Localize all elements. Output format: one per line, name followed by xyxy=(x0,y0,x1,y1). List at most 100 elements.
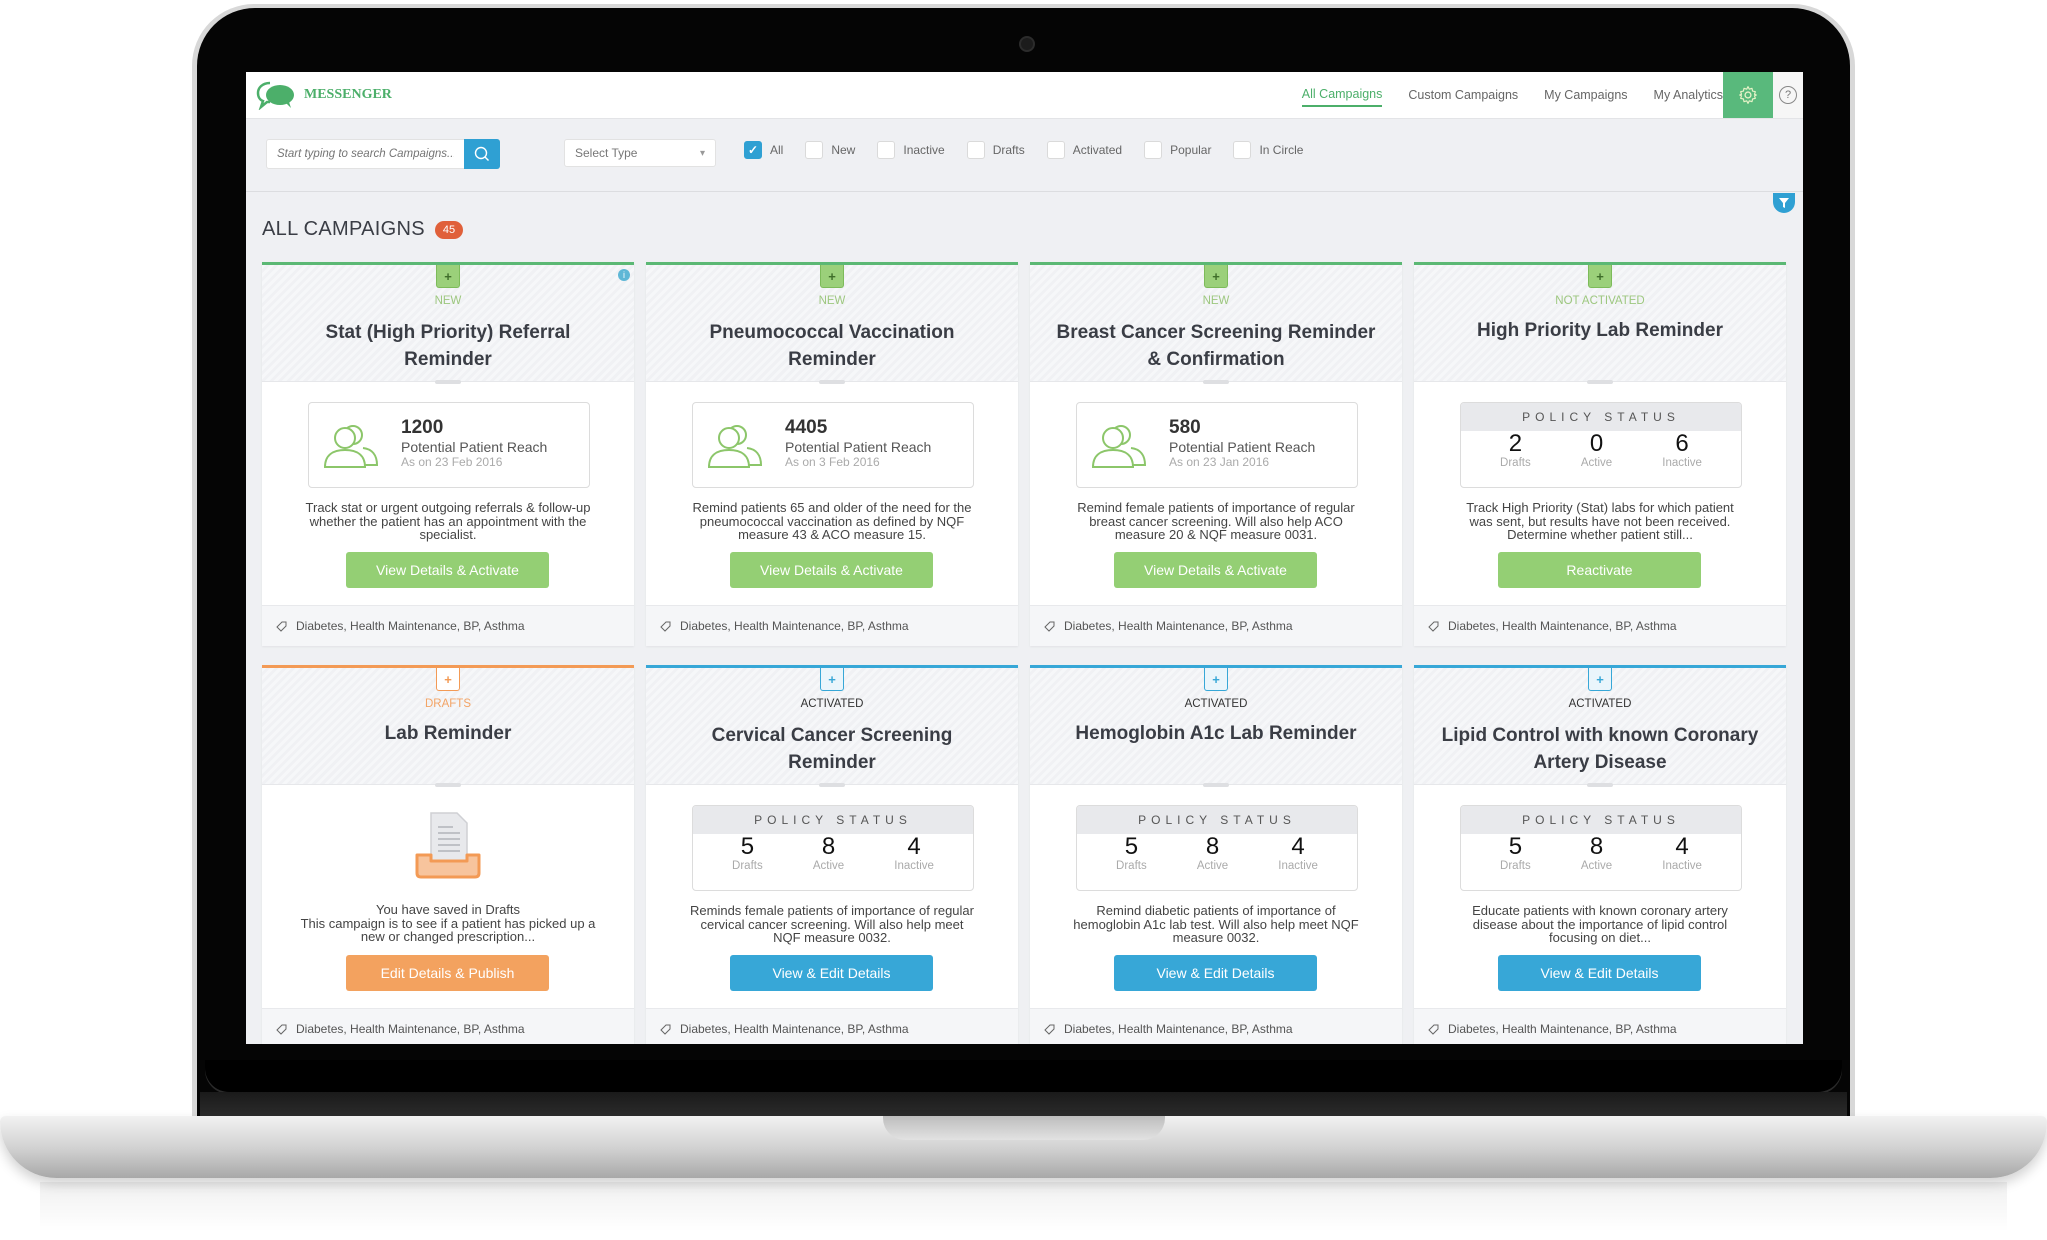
card-tags: Diabetes, Health Maintenance, BP, Asthma xyxy=(1414,1008,1786,1044)
reach-date: As on 23 Jan 2016 xyxy=(1169,455,1270,469)
tag-icon xyxy=(660,621,671,632)
app-logo[interactable]: MESSENGER xyxy=(256,80,392,110)
campaign-card: + NOT ACTIVATED High Priority Lab Remind… xyxy=(1414,262,1786,646)
filter-label: Activated xyxy=(1072,143,1123,157)
campaign-card: + NEW Breast Cancer Screening Reminder &… xyxy=(1030,262,1402,646)
nav-custom-campaigns[interactable]: Custom Campaigns xyxy=(1408,84,1518,106)
active-count: 8 xyxy=(1589,833,1604,860)
patient-reach-box: 1200 Potential Patient Reach As on 23 Fe… xyxy=(308,402,590,488)
edit-details-publish-button[interactable]: Edit Details & Publish xyxy=(346,955,549,991)
checkbox-inactive[interactable] xyxy=(877,141,896,159)
funnel-icon xyxy=(1779,198,1789,208)
card-tags: Diabetes, Health Maintenance, BP, Asthma xyxy=(262,605,634,646)
policy-inactive: 4 Inactive xyxy=(1278,834,1318,873)
tags-text: Diabetes, Health Maintenance, BP, Asthma xyxy=(1448,619,1677,633)
top-bar: MESSENGER All Campaigns Custom Campaigns… xyxy=(246,72,1803,119)
view-edit-details-button[interactable]: View & Edit Details xyxy=(1498,955,1701,991)
checkbox-in-circle[interactable] xyxy=(1233,141,1252,159)
checkbox-drafts[interactable] xyxy=(966,141,985,159)
help-button[interactable]: ? xyxy=(1773,72,1803,118)
type-select-value: Select Type xyxy=(575,146,638,160)
checkbox-all[interactable]: ✓ xyxy=(744,141,762,159)
card-title: High Priority Lab Reminder xyxy=(1477,320,1723,341)
filter-popular[interactable]: Popular xyxy=(1144,141,1211,159)
card-handle xyxy=(1203,380,1229,384)
card-handle xyxy=(819,380,845,384)
filter-new[interactable]: New xyxy=(805,141,855,159)
camera-icon xyxy=(1019,36,1035,52)
filter-label: Popular xyxy=(1170,143,1212,157)
status-label: ACTIVATED xyxy=(800,698,864,710)
policy-active: 8 Active xyxy=(1580,833,1613,873)
filter-in-circle[interactable]: In Circle xyxy=(1233,141,1303,159)
active-label: Active xyxy=(1196,860,1229,872)
tag-icon xyxy=(276,621,287,632)
active-label: Active xyxy=(1580,860,1613,872)
card-title: Pneumococcal Vaccination Reminder xyxy=(709,322,955,370)
drafts-label: Drafts xyxy=(1500,860,1531,872)
card-description: Remind diabetic patients of importance o… xyxy=(1073,903,1359,945)
active-count: 0 xyxy=(1589,430,1604,457)
policy-status-header: POLICY STATUS xyxy=(693,806,973,834)
draft-description: This campaign is to see if a patient has… xyxy=(300,915,596,944)
view-details-activate-button[interactable]: View Details & Activate xyxy=(346,552,549,588)
drafts-count: 2 xyxy=(1508,430,1523,457)
ribbon-plus-icon: + xyxy=(436,668,460,691)
settings-button[interactable] xyxy=(1723,72,1773,118)
policy-inactive: 6 Inactive xyxy=(1662,431,1702,470)
card-tags: Diabetes, Health Maintenance, BP, Asthma xyxy=(1030,605,1402,646)
drafts-label: Drafts xyxy=(732,860,763,872)
filter-toggle-button[interactable] xyxy=(1773,193,1795,213)
view-details-activate-button[interactable]: View Details & Activate xyxy=(730,552,933,588)
type-select[interactable]: Select Type ▾ xyxy=(564,139,716,167)
card-tags: Diabetes, Health Maintenance, BP, Asthma xyxy=(1030,1008,1402,1044)
drafts-count: 5 xyxy=(1508,833,1523,860)
reactivate-button[interactable]: Reactivate xyxy=(1498,552,1701,588)
tags-text: Diabetes, Health Maintenance, BP, Asthma xyxy=(1448,1022,1677,1036)
view-details-activate-button[interactable]: View Details & Activate xyxy=(1114,552,1317,588)
ribbon-plus-icon: + xyxy=(1588,668,1612,691)
card-handle xyxy=(1587,783,1613,787)
policy-status-box: POLICY STATUS 5 Drafts 8 Active 4 Inactive xyxy=(1460,805,1742,891)
policy-status-box: POLICY STATUS 2 Drafts 0 Active 6 Inactive xyxy=(1460,402,1742,488)
policy-inactive: 4 Inactive xyxy=(894,834,934,873)
drafts-label: Drafts xyxy=(1500,457,1531,469)
app-name: MESSENGER xyxy=(304,87,392,102)
checkbox-new[interactable] xyxy=(805,141,824,159)
search-input[interactable] xyxy=(267,140,464,168)
card-header: + i NEW Stat (High Priority) Referral Re… xyxy=(262,265,634,384)
nav-my-campaigns[interactable]: My Campaigns xyxy=(1544,84,1627,106)
reach-date: As on 3 Feb 2016 xyxy=(785,455,880,469)
filter-activated[interactable]: Activated xyxy=(1046,141,1123,159)
nav-my-analytics[interactable]: My Analytics xyxy=(1654,84,1723,106)
patient-reach-box: 4405 Potential Patient Reach As on 3 Feb… xyxy=(692,402,974,488)
filter-drafts[interactable]: Drafts xyxy=(966,141,1025,159)
card-description: Remind female patients of importance of … xyxy=(1077,500,1355,542)
card-title: Lab Reminder xyxy=(384,723,512,744)
search-button[interactable] xyxy=(464,139,500,169)
reach-count: 4405 xyxy=(785,417,828,438)
tag-icon xyxy=(1044,621,1055,632)
page-title: ALL CAMPAIGNS xyxy=(262,218,425,240)
policy-active: 0 Active xyxy=(1581,430,1612,470)
card-header: + NOT ACTIVATED High Priority Lab Remind… xyxy=(1414,265,1786,384)
nav-all-campaigns[interactable]: All Campaigns xyxy=(1301,83,1383,107)
view-edit-details-button[interactable]: View & Edit Details xyxy=(1114,955,1317,991)
filter-bar: Select Type ▾ ✓ All New Inactive Drafts A… xyxy=(246,119,1803,192)
laptop-bezel-bottom xyxy=(205,1060,1842,1092)
info-icon[interactable]: i xyxy=(618,269,630,281)
card-description: You have saved in Drafts This campaign i… xyxy=(292,903,604,944)
checkbox-activated[interactable] xyxy=(1046,141,1065,159)
card-description: Remind patients 65 and older of the need… xyxy=(692,500,972,542)
filter-inactive[interactable]: Inactive xyxy=(877,141,945,159)
gear-icon xyxy=(1739,86,1757,104)
status-label: NOT ACTIVATED xyxy=(1555,295,1645,307)
tags-text: Diabetes, Health Maintenance, BP, Asthma xyxy=(1064,1022,1293,1036)
campaign-count-badge: 45 xyxy=(434,220,464,239)
reach-label: Potential Patient Reach xyxy=(785,439,932,455)
view-edit-details-button[interactable]: View & Edit Details xyxy=(730,955,933,991)
card-description: Track stat or urgent outgoing referrals … xyxy=(305,500,591,542)
filter-all[interactable]: ✓ All xyxy=(744,141,783,159)
checkbox-popular[interactable] xyxy=(1144,141,1163,159)
status-label: ACTIVATED xyxy=(1568,698,1632,710)
